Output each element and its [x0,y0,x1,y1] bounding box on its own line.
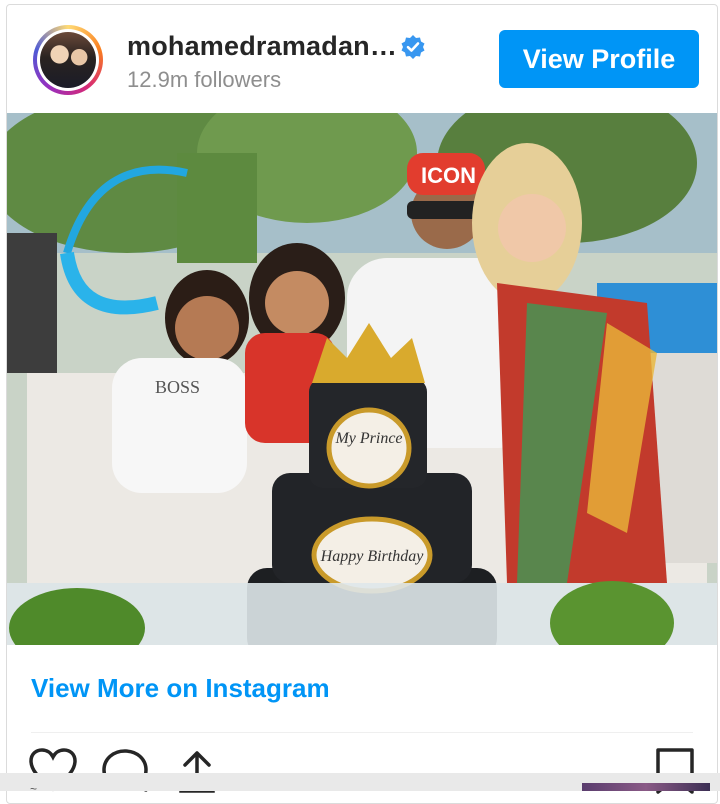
followers-count: 12.9m followers [127,67,282,92]
avatar-photo [40,32,96,88]
cake-bottom-text: Happy Birthday [320,548,425,565]
username[interactable]: mohamedramadan… [127,31,397,62]
cap-text: ICON [421,163,476,188]
verified-badge-icon [401,35,425,59]
post-photo-illustration: BOSS ICON My Prince Happy Birthday [7,113,717,645]
view-more-link[interactable]: View More on Instagram [31,673,330,704]
view-profile-button[interactable]: View Profile [499,30,699,88]
post-image[interactable]: BOSS ICON My Prince Happy Birthday [7,113,717,645]
overlay-glyph: ~ [30,782,38,796]
shirt-text: BOSS [155,377,200,397]
cake-top-text: My Prince [334,430,402,447]
overlay-thumbnail[interactable] [582,783,710,791]
avatar[interactable] [33,25,103,95]
instagram-embed-card: mohamedramadan… 12.9m followers View Pro… [6,4,718,804]
post-header: mohamedramadan… 12.9m followers View Pro… [7,5,719,113]
divider [31,732,693,733]
